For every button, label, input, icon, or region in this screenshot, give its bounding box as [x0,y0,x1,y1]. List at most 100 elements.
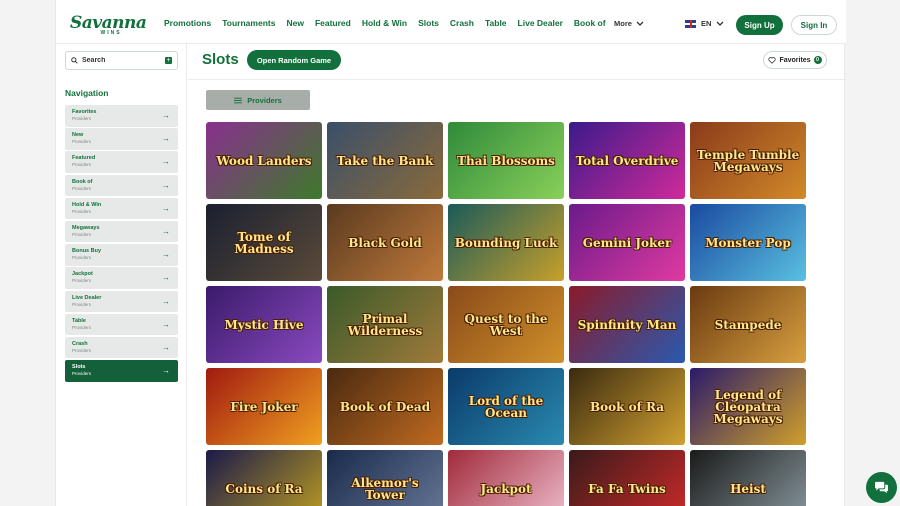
open-random-game-button[interactable]: Open Random Game [247,50,341,70]
game-title: Alkemor's Tower [351,475,419,502]
sidebar-item-table[interactable]: Table Providers → [65,313,178,336]
chevron-down-icon [716,21,724,26]
game-title: Black Gold [348,235,422,250]
nav-link-slots[interactable]: Slots [418,18,439,28]
arrow-right-icon: → [162,296,170,306]
game-title: Mystic Hive [224,317,304,332]
game-tile[interactable]: Tome of Madness [206,204,322,281]
heart-icon [768,56,777,64]
sidebar-item-hold-win[interactable]: Hold & Win Providers → [65,197,178,220]
search-icon [71,57,78,64]
sidebar-item-megaways[interactable]: Megaways Providers → [65,220,178,243]
sign-in-button[interactable]: Sign In [791,15,837,35]
game-tile[interactable]: Monster Pop [690,204,806,281]
game-tile[interactable]: Wood Landers [206,122,322,199]
language-selector[interactable]: EN [685,19,724,28]
arrow-right-icon: → [162,319,170,329]
game-tile[interactable]: Mystic Hive [206,286,322,363]
game-title: Primal Wilderness [347,311,423,338]
game-tile[interactable]: Lord of the Ocean [448,368,564,445]
logo[interactable]: Savanna WINS [70,14,147,38]
game-title: Jackpot [480,481,532,496]
arrow-right-icon: → [162,366,170,376]
favorites-count: 0 [813,56,822,64]
game-title: Tome of Madness [234,229,294,256]
game-title: Monster Pop [705,235,791,250]
page-title: Slots [202,51,239,68]
game-tile[interactable]: Alkemor's Tower [327,450,443,506]
arrow-right-icon: → [162,180,170,190]
chevron-down-icon [636,21,644,26]
game-tile[interactable]: Book of Dead [327,368,443,445]
game-tile[interactable]: Black Gold [327,204,443,281]
chat-icon [875,481,888,494]
nav-link-featured[interactable]: Featured [315,18,351,28]
game-tile[interactable]: Temple Tumble Megaways [690,122,806,199]
sidebar-item-crash[interactable]: Crash Providers → [65,336,178,359]
game-tile[interactable]: Heist [690,450,806,506]
game-tile[interactable]: Primal Wilderness [327,286,443,363]
main-nav: Promotions Tournaments New Featured Hold & W… [164,18,617,28]
sign-up-button[interactable]: Sign Up [736,15,783,35]
nav-link-crash[interactable]: Crash [450,18,474,28]
sidebar-item-jackpot[interactable]: Jackpot Providers → [65,267,178,289]
game-tile[interactable]: Fa Fa Twins [569,450,685,506]
search-input[interactable] [82,57,156,64]
game-title: Take the Bank [336,153,434,168]
sidebar-item-book-of[interactable]: Book of Providers → [65,174,178,197]
nav-link-hold-win[interactable]: Hold & Win [362,18,407,28]
game-title: Thai Blossoms [457,153,555,168]
game-title: Stampede [714,317,782,332]
nav-link-promotions[interactable]: Promotions [164,18,211,28]
game-tile[interactable]: Book of Ra [569,368,685,445]
providers-label: Providers [247,95,282,105]
sidebar-item-slots[interactable]: Slots Providers → [65,360,178,382]
game-title: Bounding Luck [454,235,558,250]
game-tile[interactable]: Quest to the West [448,286,564,363]
game-title: Wood Landers [216,153,312,168]
uk-flag-icon [685,19,696,28]
game-title: Total Overdrive [575,153,679,168]
game-tile[interactable]: Thai Blossoms [448,122,564,199]
providers-filter-button[interactable]: Providers [206,90,310,110]
favorites-button[interactable]: Favorites 0 [763,51,827,69]
game-tile[interactable]: Total Overdrive [569,122,685,199]
arrow-right-icon: → [162,226,170,236]
arrow-right-icon: → [162,273,170,283]
game-tile[interactable]: Take the Bank [327,122,443,199]
language-label: EN [701,19,712,28]
nav-link-new[interactable]: New [286,18,303,28]
favorites-label: Favorites [779,56,811,64]
add-icon[interactable]: + [165,57,172,64]
game-title: Temple Tumble Megaways [696,147,800,174]
game-tile[interactable]: Fire Joker [206,368,322,445]
nav-link-tournaments[interactable]: Tournaments [222,18,275,28]
sidebar-nav-list: Favorites Providers → New Providers → Featured… [65,105,178,383]
sidebar-item-bonus-buy[interactable]: Bonus Buy Providers → [65,244,178,266]
more-menu[interactable]: More [614,19,644,28]
game-tile[interactable]: Coins of Ra [206,450,322,506]
sidebar-item-featured[interactable]: Featured Providers → [65,151,178,173]
nav-link-table[interactable]: Table [485,18,507,28]
chat-button[interactable] [866,472,897,503]
nav-link-live-dealer[interactable]: Live Dealer [518,18,563,28]
nav-link-book-of[interactable]: Book of [574,18,606,28]
filter-icon [234,97,243,103]
game-tile[interactable]: Legend of Cleopatra Megaways [690,368,806,445]
game-title: Book of Dead [339,399,431,414]
arrow-right-icon: → [162,134,170,144]
sidebar-item-live-dealer[interactable]: Live Dealer Providers → [65,290,178,312]
arrow-right-icon: → [162,250,170,260]
game-title: Coins of Ra [225,481,303,496]
game-tile[interactable]: Jackpot [448,450,564,506]
sidebar: + Navigation FavoritesProviders→NewProvi… [56,44,187,506]
game-tile[interactable]: Gemini Joker [569,204,685,281]
game-tile[interactable]: Stampede [690,286,806,363]
game-tile[interactable]: Spinfinity Man [569,286,685,363]
game-title: Quest to the West [464,311,548,338]
sidebar-item-new[interactable]: New Providers → [65,128,178,150]
game-tile[interactable]: Bounding Luck [448,204,564,281]
sidebar-item-favorites[interactable]: Favorites Providers → [65,105,178,127]
arrow-right-icon: → [162,157,170,167]
search-box[interactable]: + [65,51,178,70]
